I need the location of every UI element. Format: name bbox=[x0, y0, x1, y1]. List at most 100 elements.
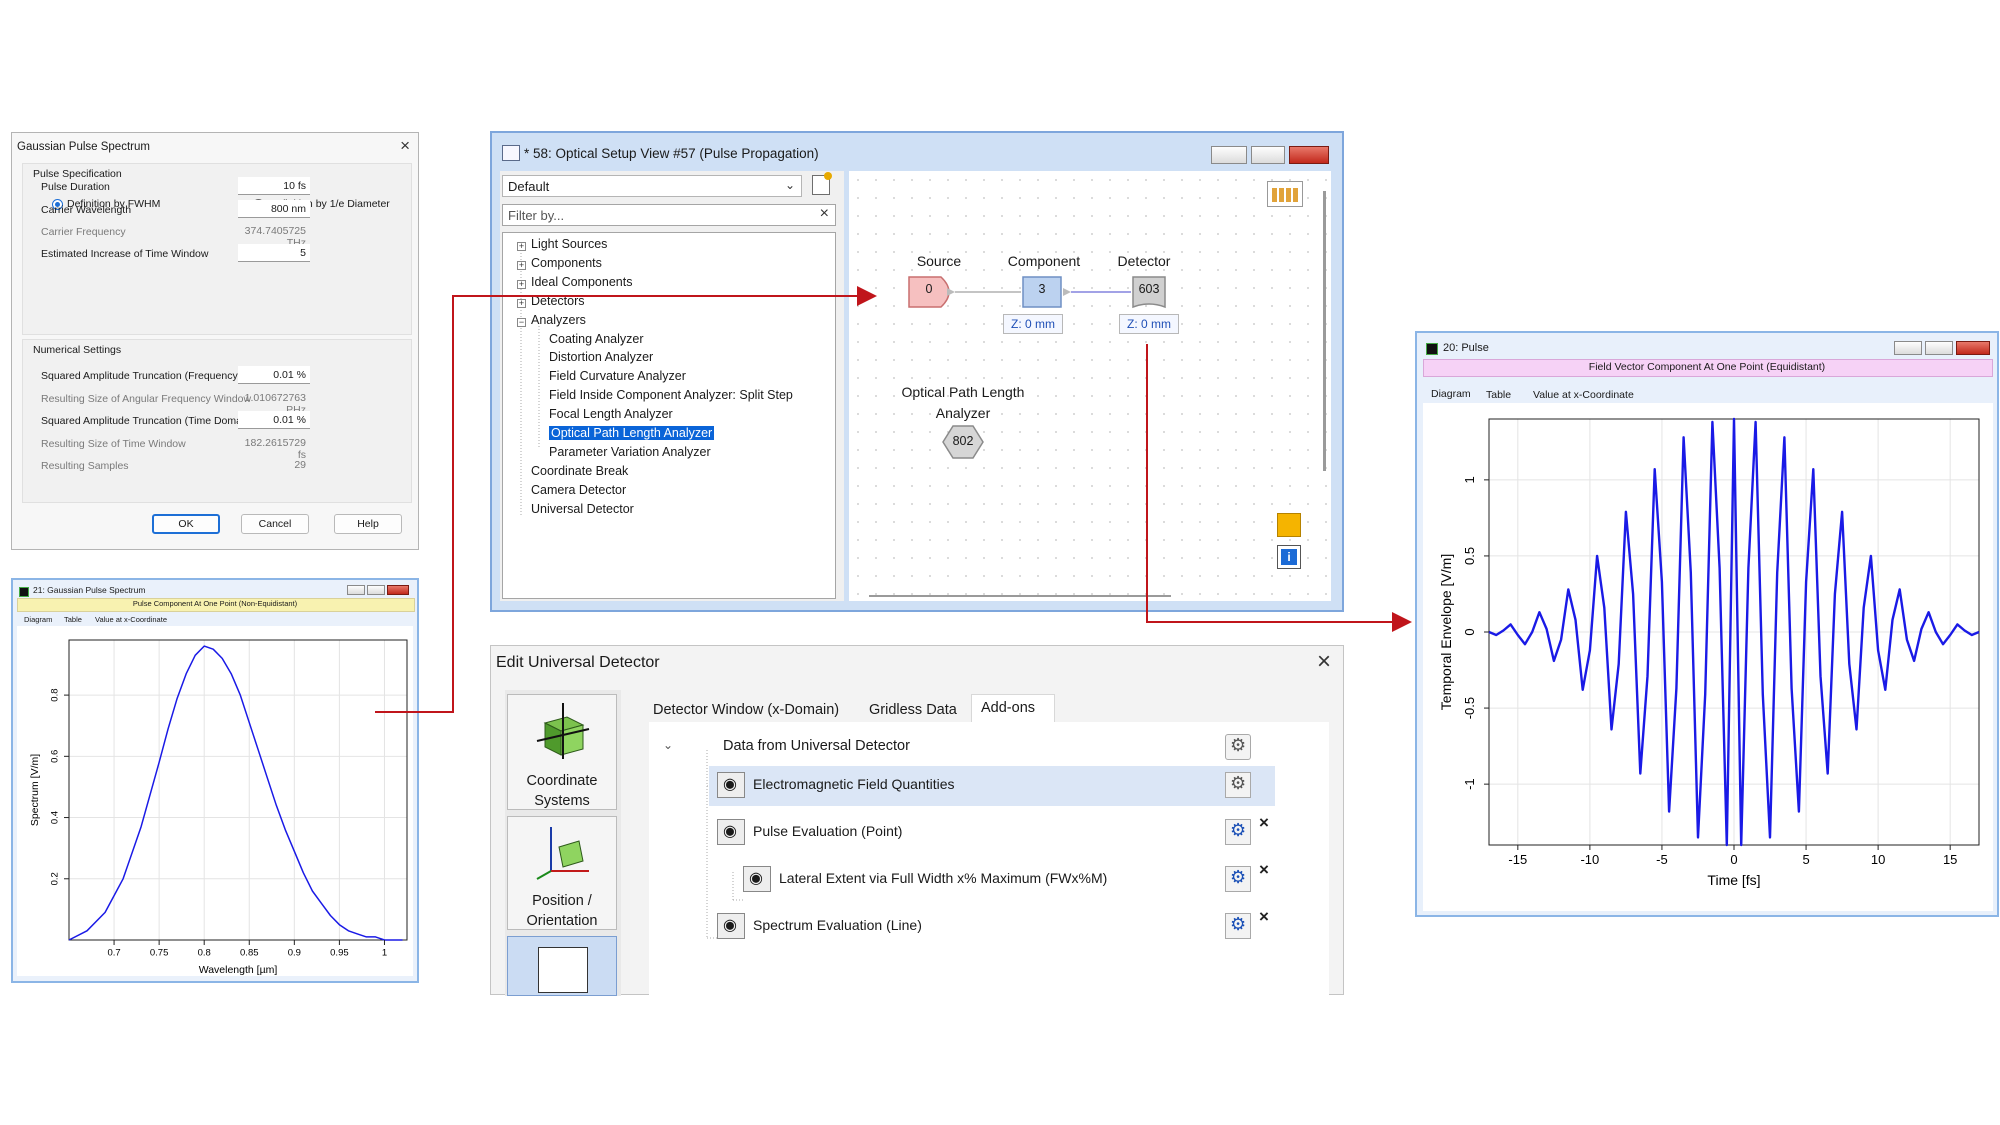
x-tick-label: 0.7 bbox=[107, 948, 120, 959]
remove-add-on-icon[interactable]: × bbox=[1259, 813, 1269, 833]
tree-item[interactable]: Detectors bbox=[531, 294, 585, 308]
clear-filter-icon[interactable]: × bbox=[820, 205, 829, 223]
tab-value-at-x[interactable]: Value at x-Coordinate bbox=[95, 615, 167, 624]
close-button[interactable] bbox=[1956, 341, 1990, 355]
maximize-button[interactable] bbox=[1925, 341, 1953, 355]
tree-item[interactable]: Parameter Variation Analyzer bbox=[549, 445, 711, 459]
catalog-tree: + Light Sources + Components + Ideal Componen… bbox=[502, 232, 836, 599]
tree-item[interactable]: Coordinate Break bbox=[531, 464, 628, 478]
sidebar-item-label: Systems bbox=[534, 793, 590, 809]
x-tick-label: -10 bbox=[1580, 852, 1599, 867]
ok-button[interactable]: OK bbox=[152, 514, 220, 534]
filter-input[interactable]: Filter by... × bbox=[502, 204, 836, 226]
detector-z-badge[interactable]: Z: 0 mm bbox=[1119, 314, 1179, 334]
remove-add-on-icon[interactable]: × bbox=[1259, 860, 1269, 880]
x-tick-label: 0.9 bbox=[288, 948, 301, 959]
tree-item[interactable]: Focal Length Analyzer bbox=[549, 407, 673, 421]
minimize-button[interactable] bbox=[1894, 341, 1922, 355]
vertical-scrollbar[interactable] bbox=[1323, 191, 1326, 471]
tab-table[interactable]: Table bbox=[64, 615, 82, 624]
tree-item[interactable]: Analyzers bbox=[531, 313, 586, 327]
horizontal-scrollbar[interactable] bbox=[869, 595, 1171, 597]
tab-detector-window[interactable]: Detector Window (x-Domain) bbox=[653, 702, 839, 718]
root-chevron-icon[interactable]: ⌄ bbox=[663, 738, 673, 752]
expand-icon[interactable]: + bbox=[517, 298, 526, 308]
tree-item[interactable]: Components bbox=[531, 256, 602, 270]
maximize-button[interactable] bbox=[1251, 146, 1285, 164]
setting-input[interactable]: 5 bbox=[238, 244, 310, 262]
tree-item[interactable]: Light Sources bbox=[531, 237, 607, 251]
setting-label: Resulting Size of Time Window bbox=[41, 438, 186, 450]
setting-readonly-value: 182.2615729 fs bbox=[244, 437, 306, 461]
setting-input[interactable]: 800 nm bbox=[238, 200, 310, 218]
tab-table[interactable]: Table bbox=[1486, 389, 1511, 401]
chevron-down-icon: ⌄ bbox=[784, 178, 795, 192]
notes-icon[interactable] bbox=[1277, 513, 1301, 537]
setting-label: Pulse Duration bbox=[41, 181, 110, 193]
analyzer-id[interactable]: 802 bbox=[943, 434, 983, 448]
remove-add-on-icon[interactable]: × bbox=[1259, 907, 1269, 927]
source-id[interactable]: 0 bbox=[909, 282, 949, 296]
info-icon[interactable]: i bbox=[1277, 545, 1301, 569]
cancel-button[interactable]: Cancel bbox=[241, 514, 309, 534]
tab-diagram[interactable]: Diagram bbox=[1431, 388, 1471, 400]
add-on-item-label[interactable]: Pulse Evaluation (Point) bbox=[753, 823, 902, 839]
tree-item[interactable]: Universal Detector bbox=[531, 502, 634, 516]
add-on-item-label[interactable]: Spectrum Evaluation (Line) bbox=[753, 917, 922, 933]
edit-universal-detector-window: Edit Universal Detector × Coordinate Sys… bbox=[490, 645, 1344, 996]
optical-setup-view-window: * 58: Optical Setup View #57 (Pulse Prop… bbox=[490, 131, 1344, 612]
preset-dropdown[interactable]: Default ⌄ bbox=[502, 175, 802, 197]
add-on-item-label[interactable]: Lateral Extent via Full Width x% Maximum… bbox=[779, 870, 1107, 886]
minimize-button[interactable] bbox=[1211, 146, 1247, 164]
tree-item[interactable]: Coating Analyzer bbox=[549, 332, 644, 346]
close-icon[interactable]: × bbox=[400, 136, 410, 156]
add-on-root-label: Data from Universal Detector bbox=[723, 738, 910, 754]
tab-value-at-x[interactable]: Value at x-Coordinate bbox=[1533, 389, 1634, 401]
gaussian-pulse-spectrum-dialog: Gaussian Pulse Spectrum × Pulse Specific… bbox=[11, 132, 419, 550]
info-icon-inner: i bbox=[1281, 549, 1297, 565]
tab-add-ons[interactable]: Add-ons bbox=[981, 700, 1035, 716]
component-z-badge[interactable]: Z: 0 mm bbox=[1003, 314, 1063, 334]
setting-input[interactable]: 0.01 % bbox=[238, 366, 310, 384]
setting-input[interactable]: 0.01 % bbox=[238, 411, 310, 429]
series-line bbox=[68, 645, 403, 941]
close-icon[interactable]: × bbox=[1317, 648, 1331, 676]
tree-item[interactable]: Camera Detector bbox=[531, 483, 626, 497]
tree-item[interactable]: Ideal Components bbox=[531, 275, 632, 289]
add-on-item-label[interactable]: Electromagnetic Field Quantities bbox=[753, 776, 955, 792]
new-document-icon[interactable] bbox=[812, 172, 832, 195]
add-on-settings-gear-icon[interactable]: ⚙ bbox=[1225, 913, 1251, 939]
tree-item[interactable]: Field Curvature Analyzer bbox=[549, 369, 686, 383]
close-button[interactable] bbox=[387, 585, 409, 595]
expand-icon[interactable]: + bbox=[517, 260, 526, 270]
sidebar-item-position-orientation[interactable]: Position / Orientation bbox=[507, 816, 617, 930]
close-button[interactable] bbox=[1289, 146, 1329, 164]
tree-item[interactable]: Field Inside Component Analyzer: Split S… bbox=[549, 388, 793, 402]
x-tick-label: 1 bbox=[382, 948, 387, 959]
add-on-settings-gear-icon[interactable]: ⚙ bbox=[1225, 819, 1251, 845]
tree-item[interactable]: Distortion Analyzer bbox=[549, 350, 653, 364]
setup-canvas[interactable]: Source Component Detector 0 3 603 Z: 0 m… bbox=[849, 171, 1331, 601]
x-tick-label: 0 bbox=[1730, 852, 1737, 867]
y-tick-label: 0 bbox=[1462, 628, 1477, 635]
collapse-icon[interactable]: − bbox=[517, 317, 526, 327]
sidebar-item-add-ons[interactable] bbox=[507, 936, 617, 996]
expand-icon[interactable]: + bbox=[517, 242, 526, 251]
tab-gridless-data[interactable]: Gridless Data bbox=[869, 702, 957, 718]
minimize-button[interactable] bbox=[347, 585, 365, 595]
component-id[interactable]: 3 bbox=[1023, 282, 1061, 296]
sidebar-item-coordinate-systems[interactable]: Coordinate Systems bbox=[507, 694, 617, 810]
setup-view-title: * 58: Optical Setup View #57 (Pulse Prop… bbox=[524, 146, 819, 161]
dialog-title: Gaussian Pulse Spectrum bbox=[17, 141, 150, 153]
setting-label: Estimated Increase of Time Window bbox=[41, 248, 209, 260]
maximize-button[interactable] bbox=[367, 585, 385, 595]
expand-icon[interactable]: + bbox=[517, 279, 526, 289]
tab-diagram[interactable]: Diagram bbox=[24, 615, 52, 624]
root-settings-gear-icon[interactable]: ⚙ bbox=[1225, 734, 1251, 760]
add-on-settings-gear-icon[interactable]: ⚙ bbox=[1225, 772, 1251, 798]
detector-id[interactable]: 603 bbox=[1133, 282, 1165, 296]
help-button[interactable]: Help bbox=[334, 514, 402, 534]
setting-input[interactable]: 10 fs bbox=[238, 177, 310, 195]
tree-item[interactable]: Optical Path Length Analyzer bbox=[549, 426, 715, 440]
add-on-settings-gear-icon[interactable]: ⚙ bbox=[1225, 866, 1251, 892]
